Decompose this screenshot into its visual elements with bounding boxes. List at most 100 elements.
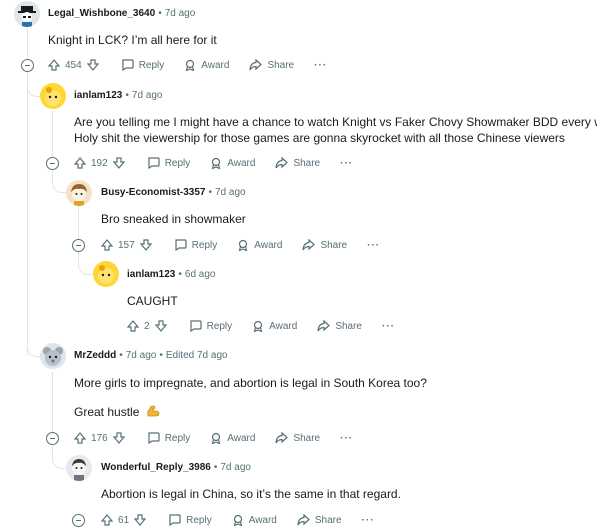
thread-line[interactable] <box>27 26 28 356</box>
more-options-button[interactable]: ··· <box>367 240 380 251</box>
avatar[interactable] <box>66 180 92 206</box>
collapse-button[interactable] <box>72 514 85 527</box>
avatar[interactable] <box>40 343 66 369</box>
reply-icon <box>175 239 187 251</box>
comment-body: Great hustle <box>74 404 160 420</box>
reply-label: Reply <box>186 514 212 526</box>
downvote-icon[interactable] <box>139 239 152 251</box>
award-button[interactable]: Award <box>237 239 282 251</box>
share-button[interactable]: Share <box>317 320 362 332</box>
timestamp[interactable]: 7d ago <box>126 350 157 361</box>
reply-button[interactable]: Reply <box>174 239 217 251</box>
reply-button[interactable]: Reply <box>189 320 232 332</box>
edited-timestamp: Edited 7d ago <box>165 350 228 361</box>
comment-body: Knight in LCK? I’m all here for it <box>48 32 217 48</box>
timestamp[interactable]: 6d ago <box>185 269 216 280</box>
award-icon <box>239 239 248 251</box>
username[interactable]: Wonderful_Reply_3986 <box>101 462 211 473</box>
award-button[interactable]: Award <box>252 320 297 332</box>
upvote-icon[interactable] <box>74 157 86 169</box>
more-options-button[interactable]: ··· <box>340 433 353 444</box>
timestamp[interactable]: 7d ago <box>220 462 251 473</box>
reply-icon <box>148 157 160 169</box>
upvote-icon[interactable] <box>48 59 60 71</box>
share-icon <box>249 59 263 71</box>
share-label: Share <box>314 514 342 526</box>
thread-line[interactable] <box>52 372 53 436</box>
thread-line[interactable] <box>52 110 53 160</box>
reply-button[interactable]: Reply <box>168 514 212 526</box>
more-options-button[interactable]: ··· <box>340 158 353 169</box>
award-icon <box>253 320 263 332</box>
upvote-icon[interactable] <box>74 432 86 444</box>
share-icon <box>297 514 310 526</box>
flexed-biceps-emoji <box>147 405 160 417</box>
timestamp[interactable]: 7d ago <box>215 187 246 198</box>
comment-header: ianlam123 • 6d ago <box>127 269 216 280</box>
share-button[interactable]: Share <box>302 239 347 251</box>
comment-actions: 61 Reply Award Share ··· <box>101 510 395 530</box>
comment-body: Abortion is legal in China, so it’s the … <box>101 486 401 502</box>
share-label: Share <box>335 320 362 332</box>
reply-label: Reply <box>138 59 165 71</box>
more-options-button[interactable]: ··· <box>362 515 375 526</box>
comment-text: Abortion is legal in China, so it’s the … <box>101 487 401 501</box>
thread-branch <box>52 446 67 469</box>
share-icon <box>302 239 316 251</box>
downvote-icon[interactable] <box>86 59 99 71</box>
award-button[interactable]: Award <box>210 432 255 444</box>
reply-button[interactable]: Reply <box>147 157 191 169</box>
collapse-button[interactable] <box>21 59 34 72</box>
upvote-icon[interactable] <box>127 320 139 332</box>
award-button[interactable]: Award <box>184 59 229 71</box>
downvote-icon[interactable] <box>134 514 147 526</box>
avatar[interactable] <box>40 83 66 109</box>
reply-label: Reply <box>164 157 191 169</box>
downvote-icon[interactable] <box>112 157 125 169</box>
username[interactable]: Busy-Economist-3357 <box>101 187 205 198</box>
downvote-icon[interactable] <box>112 432 125 444</box>
award-icon <box>212 432 221 444</box>
avatar[interactable] <box>66 455 92 481</box>
avatar[interactable] <box>14 1 40 27</box>
award-label: Award <box>201 59 230 71</box>
username[interactable]: Legal_Wishbone_3640 <box>48 8 155 19</box>
vote-control: 192 <box>74 157 125 169</box>
collapse-button[interactable] <box>72 239 85 252</box>
thread-branch <box>78 252 93 275</box>
username[interactable]: ianlam123 <box>127 269 175 280</box>
comment-body: More girls to impregnate, and abortion i… <box>74 375 427 391</box>
thread-line[interactable] <box>78 206 79 240</box>
timestamp[interactable]: 7d ago <box>132 90 163 101</box>
share-button[interactable]: Share <box>275 432 320 444</box>
share-button[interactable]: Share <box>249 59 294 71</box>
vote-control: 61 <box>101 514 147 526</box>
username[interactable]: MrZeddd <box>74 350 116 361</box>
downvote-icon[interactable] <box>154 320 167 332</box>
award-label: Award <box>248 514 277 526</box>
comment-actions: 176 Reply Award Share ··· <box>74 428 373 448</box>
comment-text: Great hustle <box>74 405 140 419</box>
comment-body: CAUGHT <box>127 293 178 309</box>
more-options-button[interactable]: ··· <box>382 321 395 332</box>
award-button[interactable]: Award <box>232 514 277 526</box>
share-button[interactable]: Share <box>297 514 342 526</box>
upvote-icon[interactable] <box>101 239 113 251</box>
more-options-button[interactable]: ··· <box>314 60 327 71</box>
avatar[interactable] <box>93 261 119 287</box>
reply-button[interactable]: Reply <box>147 432 190 444</box>
vote-control: 176 <box>74 432 125 444</box>
vote-count: 61 <box>118 514 130 526</box>
comment-header: MrZeddd • 7d ago • Edited 7d ago <box>74 350 228 361</box>
username[interactable]: ianlam123 <box>74 90 122 101</box>
share-label: Share <box>293 157 321 169</box>
share-button[interactable]: Share <box>275 157 320 169</box>
award-button[interactable]: Award <box>210 157 255 169</box>
collapse-button[interactable] <box>46 432 59 445</box>
collapse-button[interactable] <box>46 157 59 170</box>
upvote-icon[interactable] <box>101 514 113 526</box>
timestamp[interactable]: 7d ago <box>165 8 196 19</box>
reply-button[interactable]: Reply <box>121 59 165 71</box>
comment-body: Bro sneaked in showmaker <box>101 211 246 227</box>
reply-icon <box>148 432 160 444</box>
